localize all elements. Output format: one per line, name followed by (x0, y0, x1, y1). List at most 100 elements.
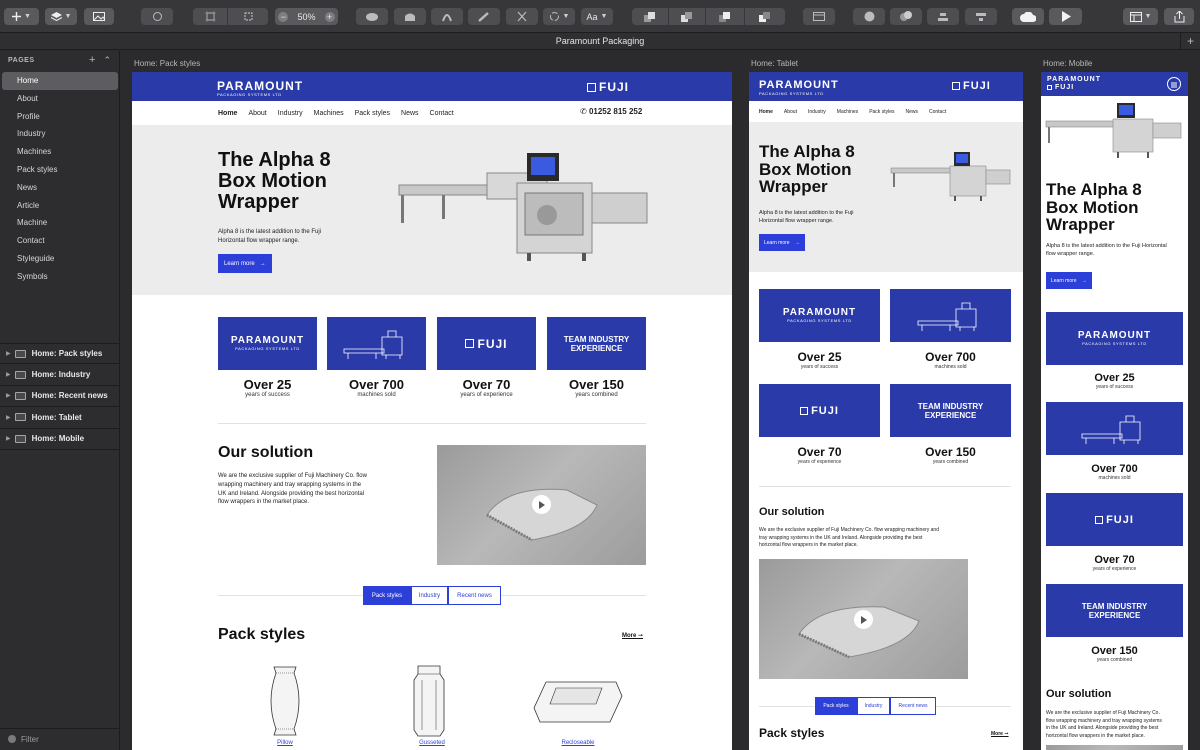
learn-more-button[interactable]: Learn more → (759, 234, 805, 251)
backward-button[interactable] (669, 8, 705, 25)
front-button[interactable] (706, 8, 744, 25)
preview-button[interactable] (1049, 8, 1082, 25)
mask-button[interactable] (228, 8, 268, 25)
circle-button[interactable] (853, 8, 885, 25)
paramount-logo[interactable]: PARAMOUNT PACKAGING SYSTEMS LTD (759, 80, 839, 96)
tab-industry[interactable]: Industry (857, 697, 890, 715)
zoom-out-icon[interactable]: − (278, 11, 289, 22)
artboard-label-desktop[interactable]: Home: Pack styles (134, 59, 200, 68)
back-button[interactable] (745, 8, 785, 25)
artboard-item[interactable]: ▶ Home: Pack styles (0, 343, 120, 365)
nav-pack-styles[interactable]: Pack styles (355, 110, 390, 117)
page-item-machines[interactable]: Machines (2, 143, 118, 161)
add-page-icon[interactable]: + (89, 54, 95, 66)
tab-recent-news[interactable]: Recent news (448, 586, 501, 605)
nav-industry[interactable]: Industry (278, 110, 303, 117)
symbol-button[interactable] (141, 8, 173, 25)
artboard-item[interactable]: ▶ Home: Recent news (0, 386, 120, 408)
filter-field[interactable]: Filter (0, 728, 120, 750)
artboard-item[interactable]: ▶ Home: Mobile (0, 429, 120, 450)
collapse-icon[interactable]: ⌃ (103, 55, 111, 65)
learn-more-button[interactable]: Learn more → (218, 254, 272, 273)
difference-button[interactable] (468, 8, 500, 25)
artboard-desktop[interactable]: PARAMOUNT PACKAGING SYSTEMS LTD FUJI Hom… (132, 72, 732, 750)
nav-contact[interactable]: Contact (430, 110, 454, 117)
nav-industry[interactable]: Industry (808, 109, 826, 115)
frame-button[interactable] (193, 8, 227, 25)
pack-label-recloseable[interactable]: Recloseable (540, 740, 616, 746)
zoom-control[interactable]: − 50% + (275, 8, 338, 25)
nav-machines[interactable]: Machines (314, 110, 344, 117)
rotate-button[interactable]: ▼ (543, 8, 575, 25)
artboard-tablet[interactable]: PARAMOUNT PACKAGING SYSTEMS LTD FUJI Home… (749, 72, 1023, 750)
expand-icon[interactable]: ▶ (6, 350, 11, 357)
pack-label-pillow[interactable]: Pillow (260, 740, 310, 746)
canvas[interactable]: Home: Pack styles Home: Tablet Home: Mob… (120, 51, 1200, 750)
page-item-home[interactable]: Home (2, 72, 118, 90)
page-item-article[interactable]: Article (2, 197, 118, 215)
nav-news[interactable]: News (905, 109, 918, 115)
expand-icon[interactable]: ▶ (6, 435, 11, 442)
intersect-button[interactable] (431, 8, 463, 25)
scissors-button[interactable] (506, 8, 538, 25)
page-item-about[interactable]: About (2, 90, 118, 108)
play-button[interactable] (854, 610, 873, 629)
tab-pack-styles[interactable]: Pack styles (363, 586, 411, 605)
nav-news[interactable]: News (401, 110, 419, 117)
distribute-button[interactable] (965, 8, 997, 25)
page-item-pack-styles[interactable]: Pack styles (2, 161, 118, 179)
tab-pack-styles[interactable]: Pack styles (815, 697, 857, 715)
export-button[interactable] (1164, 8, 1194, 25)
union-button[interactable] (356, 8, 388, 25)
nav-home[interactable]: Home (218, 110, 237, 117)
more-link[interactable]: More ➞ (622, 632, 643, 639)
subtract-button[interactable] (394, 8, 426, 25)
artboard-item[interactable]: ▶ Home: Tablet (0, 407, 120, 429)
artboard-item[interactable]: ▶ Home: Industry (0, 364, 120, 386)
page-item-machine[interactable]: Machine (2, 214, 118, 232)
expand-icon[interactable]: ▶ (6, 392, 11, 399)
page-item-profile[interactable]: Profile (2, 108, 118, 126)
artboard-label-mobile[interactable]: Home: Mobile (1043, 59, 1092, 68)
tab-industry[interactable]: Industry (411, 586, 448, 605)
pack-label-gusseted[interactable]: Gusseted (402, 740, 462, 746)
nav-machines[interactable]: Machines (837, 109, 858, 115)
nav-about[interactable]: About (784, 109, 797, 115)
image-button[interactable] (84, 8, 114, 25)
nav-pack-styles[interactable]: Pack styles (869, 109, 894, 115)
nav-about[interactable]: About (248, 110, 266, 117)
insert-button[interactable]: ▼ (4, 8, 39, 25)
view-button[interactable]: ▼ (1123, 8, 1158, 25)
solution-video[interactable] (437, 445, 646, 565)
phone-number[interactable]: ✆ 01252 815 252 (580, 107, 642, 116)
play-button[interactable] (532, 495, 551, 514)
align-button[interactable] (927, 8, 959, 25)
zoom-in-icon[interactable]: + (324, 11, 335, 22)
page-item-symbols[interactable]: Symbols (2, 268, 118, 286)
shapes-button[interactable] (890, 8, 922, 25)
new-tab-button[interactable]: + (1180, 33, 1200, 50)
artboard-label-tablet[interactable]: Home: Tablet (751, 59, 798, 68)
mirror-button[interactable] (803, 8, 835, 25)
solution-video[interactable] (1046, 745, 1183, 750)
cloud-button[interactable] (1012, 8, 1044, 25)
more-link[interactable]: More ➞ (991, 731, 1009, 737)
page-item-contact[interactable]: Contact (2, 232, 118, 250)
text-style-button[interactable]: Aa ▼ (581, 8, 613, 25)
paramount-logo[interactable]: PARAMOUNT (1047, 76, 1101, 83)
page-item-news[interactable]: News (2, 179, 118, 197)
expand-icon[interactable]: ▶ (6, 414, 11, 421)
artboard-mobile[interactable]: PARAMOUNT FUJI The Alpha 8 Box Motion Wrap… (1041, 72, 1188, 750)
page-item-styleguide[interactable]: Styleguide (2, 250, 118, 268)
paramount-logo[interactable]: PARAMOUNT PACKAGING SYSTEMS LTD (217, 80, 303, 97)
solution-video[interactable] (759, 559, 968, 679)
expand-icon[interactable]: ▶ (6, 371, 11, 378)
forward-button[interactable] (632, 8, 668, 25)
menu-button[interactable] (1167, 77, 1181, 91)
layers-button[interactable]: ▼ (45, 8, 77, 25)
learn-more-button[interactable]: Learn more → (1046, 272, 1092, 289)
nav-home[interactable]: Home (759, 109, 773, 115)
tab-recent-news[interactable]: Recent news (890, 697, 936, 715)
page-item-industry[interactable]: Industry (2, 125, 118, 143)
nav-contact[interactable]: Contact (929, 109, 946, 115)
